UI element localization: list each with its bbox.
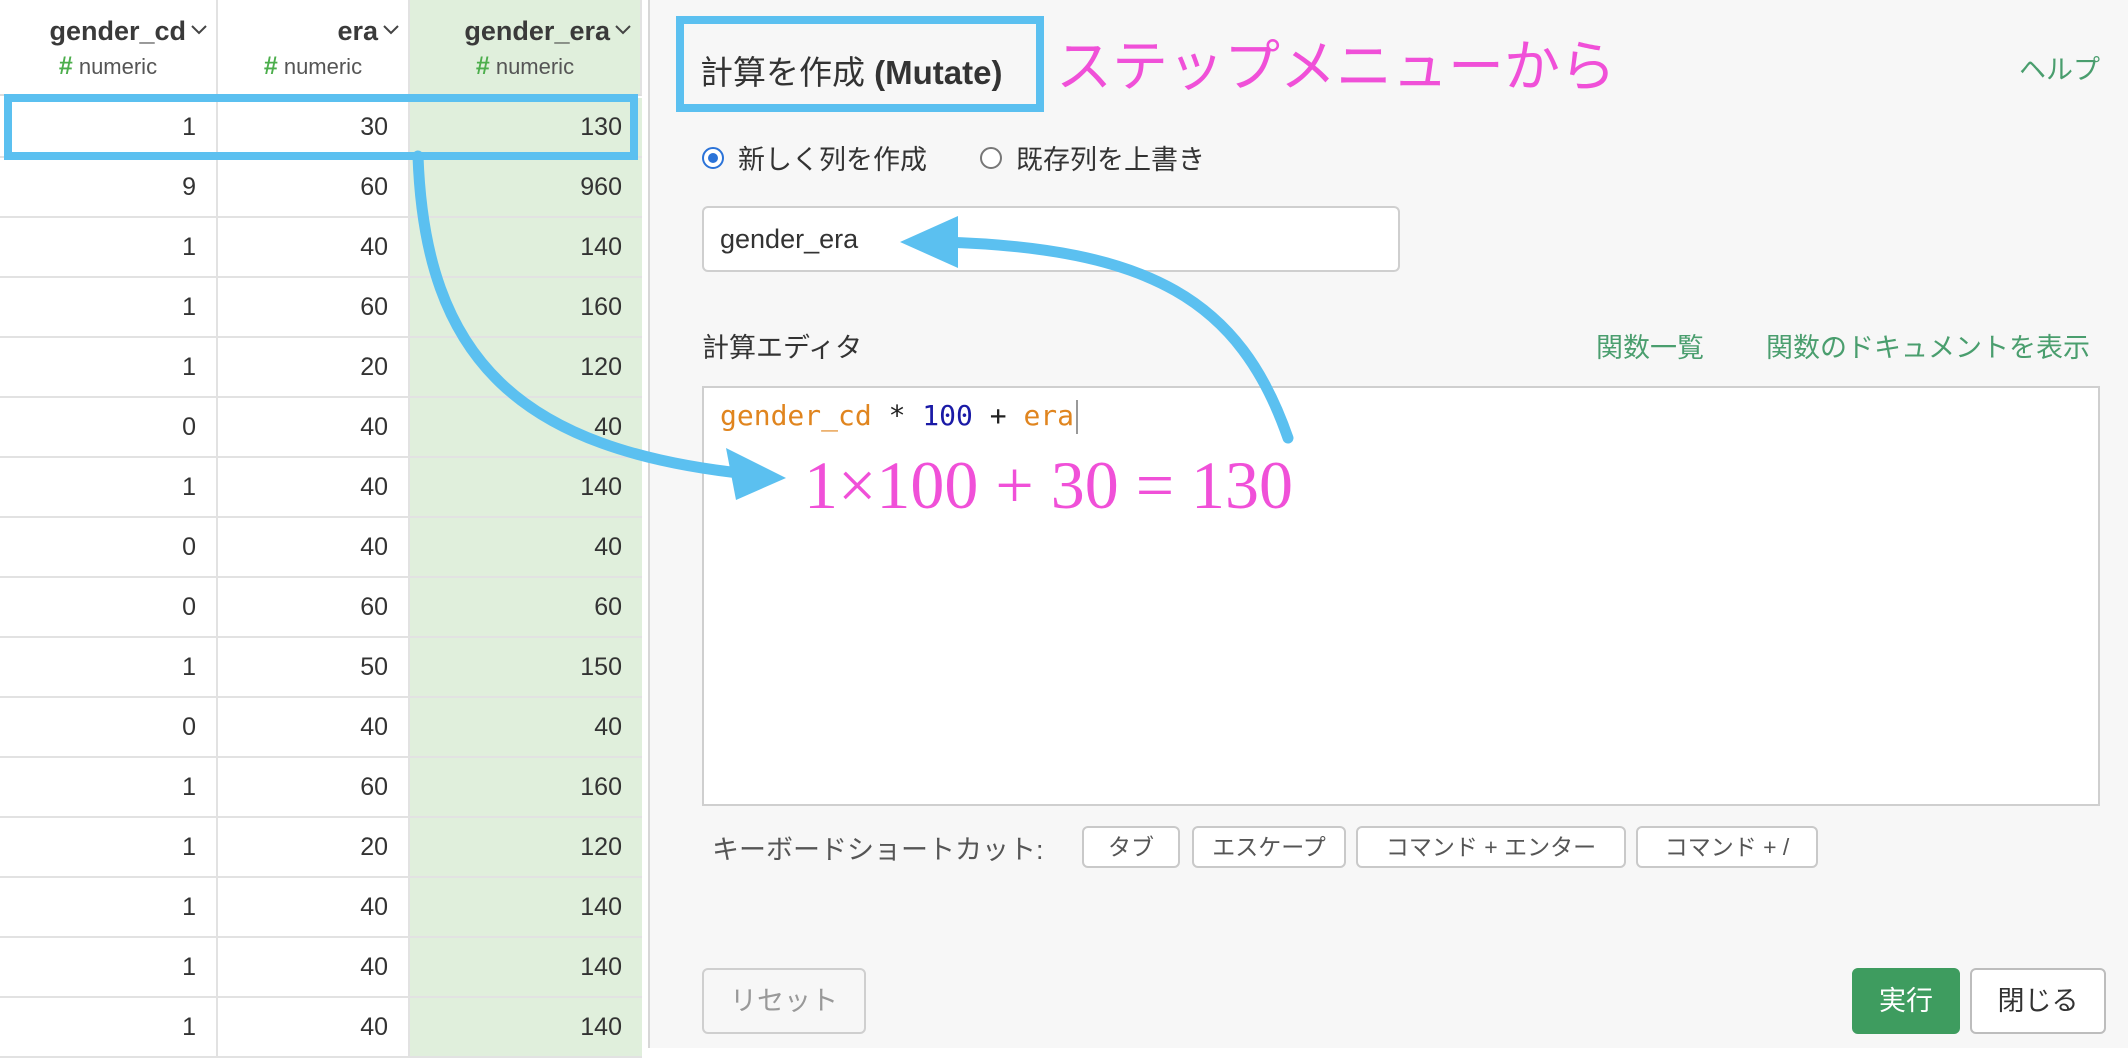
shortcut-tab: タブ <box>1082 826 1180 868</box>
keyboard-shortcuts-label: キーボードショートカット: <box>712 835 1044 865</box>
table-cell: 0 <box>0 578 218 638</box>
table-cell: 60 <box>410 578 642 638</box>
table-cell: 40 <box>218 458 410 518</box>
table-cell: 1 <box>0 938 218 998</box>
table-cell: 20 <box>218 338 410 398</box>
column-type-label: numeric <box>78 54 158 79</box>
table-cell: 1 <box>0 338 218 398</box>
table-cell: 160 <box>410 758 642 818</box>
table-cell: 1 <box>0 278 218 338</box>
table-cell: 9 <box>0 158 218 218</box>
radio-overwrite-label: 既存列を上書き <box>1016 145 1205 175</box>
table-cell: 0 <box>0 518 218 578</box>
table-cell: 40 <box>410 698 642 758</box>
chevron-down-icon[interactable] <box>614 20 632 38</box>
table-cell: 140 <box>410 938 642 998</box>
help-link[interactable]: ヘルプ <box>2019 48 2100 87</box>
text-cursor <box>1076 400 1079 434</box>
radio-button-selected[interactable] <box>702 146 724 169</box>
table-cell: 1 <box>0 758 218 818</box>
column-name: gender_cd <box>49 16 186 46</box>
table-cell: 40 <box>218 878 410 938</box>
close-button[interactable]: 閉じる <box>1970 968 2106 1034</box>
table-cell: 140 <box>410 878 642 938</box>
column-type: # numeric <box>0 52 216 81</box>
column-type: # numeric <box>218 52 408 81</box>
table-cell: 40 <box>218 938 410 998</box>
code-token-operator: * <box>871 399 923 432</box>
table-cell: 160 <box>410 278 642 338</box>
table-cell: 1 <box>0 218 218 278</box>
shortcut-command-slash: コマンド + / <box>1636 826 1818 868</box>
table-cell: 60 <box>218 578 410 638</box>
code-line: gender_cd * 100 + era <box>720 396 1079 436</box>
table-cell: 40 <box>410 518 642 578</box>
table-cell: 40 <box>218 998 410 1058</box>
column-header[interactable]: gender_era # numeric <box>410 0 642 96</box>
hash-icon: # <box>263 52 278 80</box>
code-token-variable: era <box>1023 399 1075 432</box>
run-button[interactable]: 実行 <box>1852 968 1960 1034</box>
table-cell: 1 <box>0 818 218 878</box>
function-list-link[interactable]: 関数一覧 <box>1596 326 1704 365</box>
table-cell: 1 <box>0 458 218 518</box>
table-cell: 140 <box>410 998 642 1058</box>
table-cell: 40 <box>218 518 410 578</box>
annotation-formula-note: 1×100 + 30 = 130 <box>804 447 1294 523</box>
table-cell: 0 <box>0 698 218 758</box>
column-header[interactable]: gender_cd # numeric <box>0 0 218 96</box>
table-cell: 120 <box>410 338 642 398</box>
chevron-down-icon[interactable] <box>382 20 400 38</box>
table-cell: 1 <box>0 638 218 698</box>
annotation-step-menu-note: ステップメニューから <box>1056 35 1616 100</box>
table-cell: 1 <box>0 878 218 938</box>
table-cell: 150 <box>410 638 642 698</box>
code-token-operator: + <box>972 399 1024 432</box>
column-name: gender_era <box>464 16 610 46</box>
chevron-down-icon[interactable] <box>190 20 208 38</box>
table-cell: 40 <box>410 398 642 458</box>
radio-button-unselected[interactable] <box>980 146 1002 169</box>
column-type-label: numeric <box>495 54 575 79</box>
table-cell: 40 <box>218 398 410 458</box>
table-cell: 960 <box>410 158 642 218</box>
column-type: # numeric <box>410 52 640 81</box>
hash-icon: # <box>475 52 490 80</box>
column-name-input[interactable]: gender_era <box>702 206 1400 272</box>
table-cell: 20 <box>218 818 410 878</box>
table-cell: 0 <box>0 398 218 458</box>
editor-label: 計算エディタ <box>702 333 863 363</box>
shortcut-escape: エスケープ <box>1192 826 1346 868</box>
shortcut-command-enter: コマンド + エンター <box>1356 826 1626 868</box>
column-type-label: numeric <box>283 54 363 79</box>
column-header[interactable]: era # numeric <box>218 0 410 96</box>
code-token-number: 100 <box>922 399 973 432</box>
radio-overwrite-column[interactable]: 既存列を上書き <box>980 138 1205 177</box>
highlight-box-dialog-title <box>676 16 1044 112</box>
table-cell: 60 <box>218 158 410 218</box>
highlight-box-first-row <box>4 94 638 160</box>
reset-button[interactable]: リセット <box>702 968 866 1034</box>
hash-icon: # <box>58 52 73 80</box>
table-cell: 60 <box>218 758 410 818</box>
table-cell: 50 <box>218 638 410 698</box>
table-cell: 40 <box>218 698 410 758</box>
table-cell: 140 <box>410 458 642 518</box>
table-cell: 140 <box>410 218 642 278</box>
code-token-variable: gender_cd <box>720 399 872 432</box>
radio-create-new-label: 新しく列を作成 <box>738 145 927 175</box>
table-cell: 120 <box>410 818 642 878</box>
table-cell: 60 <box>218 278 410 338</box>
table-cell: 1 <box>0 998 218 1058</box>
table-cell: 40 <box>218 218 410 278</box>
function-docs-link[interactable]: 関数のドキュメントを表示 <box>1766 326 2090 365</box>
column-name: era <box>337 16 378 46</box>
radio-create-new-column[interactable]: 新しく列を作成 <box>702 138 927 177</box>
